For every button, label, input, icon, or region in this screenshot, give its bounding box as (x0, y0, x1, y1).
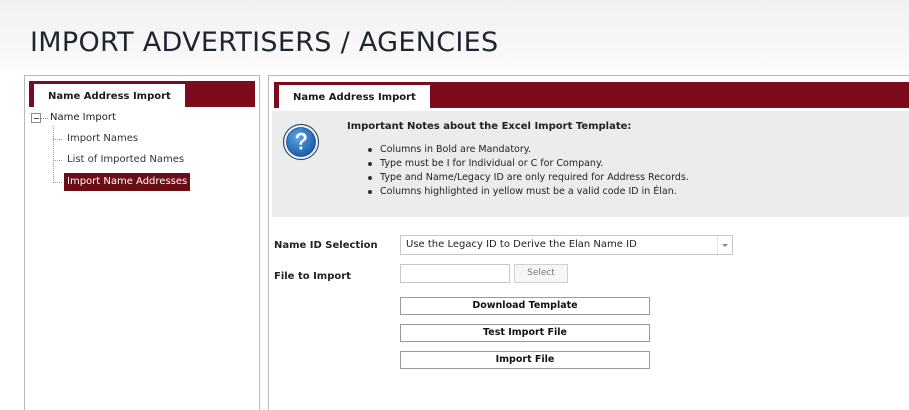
collapse-minus-icon[interactable] (31, 113, 41, 123)
tab-name-address-import[interactable]: Name Address Import (34, 84, 185, 108)
tree-connector (53, 182, 62, 183)
import-notes-box: Important Notes about the Excel Import T… (272, 111, 909, 217)
page-title: IMPORT ADVERTISERS / AGENCIES (30, 27, 499, 58)
chevron-down-icon[interactable] (717, 236, 732, 254)
test-import-file-button[interactable]: Test Import File (400, 324, 650, 342)
list-item: Columns in Bold are Mandatory. (347, 143, 689, 157)
tree-connector (53, 139, 62, 140)
name-id-selection-label: Name ID Selection (274, 240, 378, 251)
list-item: Type must be I for Individual or C for C… (347, 157, 689, 171)
file-path-input[interactable] (400, 264, 510, 283)
tree-item-label[interactable]: Import Names (64, 130, 141, 148)
tree-item-label[interactable]: Import Name Addresses (64, 173, 191, 191)
tree-vertical-line (53, 126, 54, 183)
select-file-button[interactable]: Select (514, 264, 568, 283)
left-panel: Name Address Import Name Import Import N… (24, 75, 260, 410)
notes-list: Columns in Bold are Mandatory. Type must… (347, 143, 689, 199)
list-item: Type and Name/Legacy ID are only require… (347, 171, 689, 185)
tree-item-label[interactable]: List of Imported Names (64, 151, 187, 169)
tree-root-label[interactable]: Name Import (50, 112, 116, 123)
tab-name-address-import[interactable]: Name Address Import (279, 85, 430, 109)
download-template-button[interactable]: Download Template (400, 297, 650, 315)
right-tab-bar: Name Address Import (274, 82, 909, 109)
left-tab-bar: Name Address Import (29, 81, 255, 108)
import-file-button[interactable]: Import File (400, 351, 650, 369)
question-mark-circle-icon (282, 123, 320, 161)
tree-connector (41, 118, 48, 119)
tree-connector (53, 160, 62, 161)
name-id-select-value: Use the Legacy ID to Derive the Elan Nam… (406, 239, 637, 250)
name-id-select[interactable]: Use the Legacy ID to Derive the Elan Nam… (400, 235, 733, 255)
list-item: Columns highlighted in yellow must be a … (347, 185, 689, 199)
file-to-import-label: File to Import (274, 271, 351, 282)
notes-title: Important Notes about the Excel Import T… (347, 121, 632, 132)
right-panel: Name Address Import Important Notes abou… (268, 75, 909, 410)
